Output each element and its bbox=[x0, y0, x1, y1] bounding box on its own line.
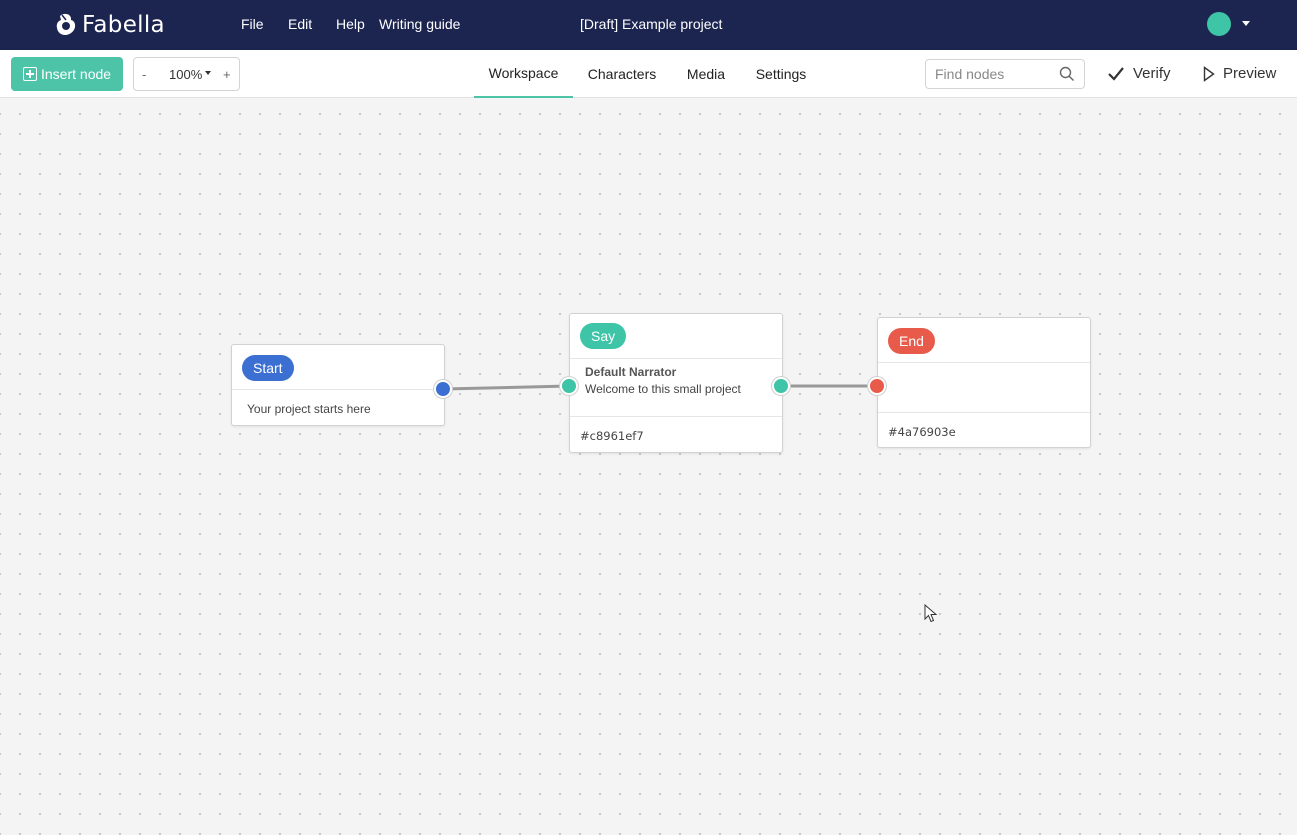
workspace-canvas[interactable] bbox=[0, 98, 1297, 835]
insert-node-label: Insert node bbox=[41, 66, 112, 82]
project-title: [Draft] Example project bbox=[580, 16, 723, 32]
play-icon bbox=[1203, 65, 1215, 82]
insert-node-button[interactable]: Insert node bbox=[11, 57, 123, 91]
node-type-pill: End bbox=[888, 328, 935, 354]
verify-button[interactable]: Verify bbox=[1107, 65, 1171, 82]
node-id: #4a76903e bbox=[888, 425, 956, 439]
zoom-in-button[interactable]: + bbox=[223, 67, 231, 82]
caret-down-icon[interactable] bbox=[1242, 21, 1250, 26]
node-header: Say bbox=[570, 314, 782, 359]
menu-writing-guide[interactable]: Writing guide bbox=[379, 16, 460, 32]
node-text: Your project starts here bbox=[247, 402, 371, 416]
zoom-control: - 100% + bbox=[133, 57, 240, 91]
node-speaker: Default Narrator bbox=[585, 365, 677, 379]
logo-text: Fabella bbox=[82, 12, 165, 38]
tab-label: Settings bbox=[755, 66, 807, 82]
top-navbar: Fabella File Edit Help Writing guide [Dr… bbox=[0, 0, 1297, 50]
tab-media[interactable]: Media bbox=[680, 50, 732, 98]
tab-label: Workspace bbox=[488, 65, 559, 81]
search-icon[interactable] bbox=[1059, 66, 1075, 82]
node-text: Welcome to this small project bbox=[585, 382, 741, 396]
menu-edit[interactable]: Edit bbox=[288, 16, 312, 32]
preview-button[interactable]: Preview bbox=[1203, 65, 1276, 82]
node-start[interactable]: Start Your project starts here bbox=[231, 344, 445, 426]
cursor-icon bbox=[924, 604, 938, 623]
zoom-level-select[interactable]: 100% bbox=[169, 67, 202, 82]
check-icon bbox=[1108, 66, 1124, 81]
chevron-down-icon[interactable] bbox=[205, 71, 211, 75]
tab-label: Media bbox=[686, 66, 726, 82]
avatar[interactable] bbox=[1207, 12, 1231, 36]
tab-settings[interactable]: Settings bbox=[748, 50, 814, 98]
node-end-input-port[interactable] bbox=[868, 377, 886, 395]
toolbar: Insert node - 100% + Workspace Character… bbox=[0, 50, 1297, 98]
node-header: End bbox=[878, 318, 1090, 363]
tab-label: Characters bbox=[587, 66, 657, 82]
node-header: Start bbox=[232, 345, 444, 390]
node-say-output-port[interactable] bbox=[772, 377, 790, 395]
node-end[interactable]: End #4a76903e bbox=[877, 317, 1091, 448]
node-type-pill: Start bbox=[242, 355, 294, 381]
preview-label: Preview bbox=[1223, 65, 1277, 82]
tab-characters[interactable]: Characters bbox=[580, 50, 664, 98]
verify-label: Verify bbox=[1133, 65, 1171, 82]
node-id: #c8961ef7 bbox=[580, 429, 644, 443]
logo-icon bbox=[56, 13, 76, 36]
search-box bbox=[925, 59, 1085, 89]
search-input[interactable] bbox=[935, 66, 1055, 82]
node-say-input-port[interactable] bbox=[560, 377, 578, 395]
menu-help[interactable]: Help bbox=[336, 16, 365, 32]
node-type-pill: Say bbox=[580, 323, 627, 349]
node-divider bbox=[570, 416, 782, 417]
node-divider bbox=[878, 412, 1090, 413]
menu-file[interactable]: File bbox=[241, 16, 264, 32]
app-logo[interactable]: Fabella bbox=[54, 10, 165, 40]
tab-workspace[interactable]: Workspace bbox=[474, 50, 573, 98]
node-say[interactable]: Say Default Narrator Welcome to this sma… bbox=[569, 313, 783, 453]
node-start-output-port[interactable] bbox=[434, 380, 452, 398]
plus-box-icon bbox=[23, 67, 37, 81]
zoom-out-button[interactable]: - bbox=[142, 67, 146, 82]
